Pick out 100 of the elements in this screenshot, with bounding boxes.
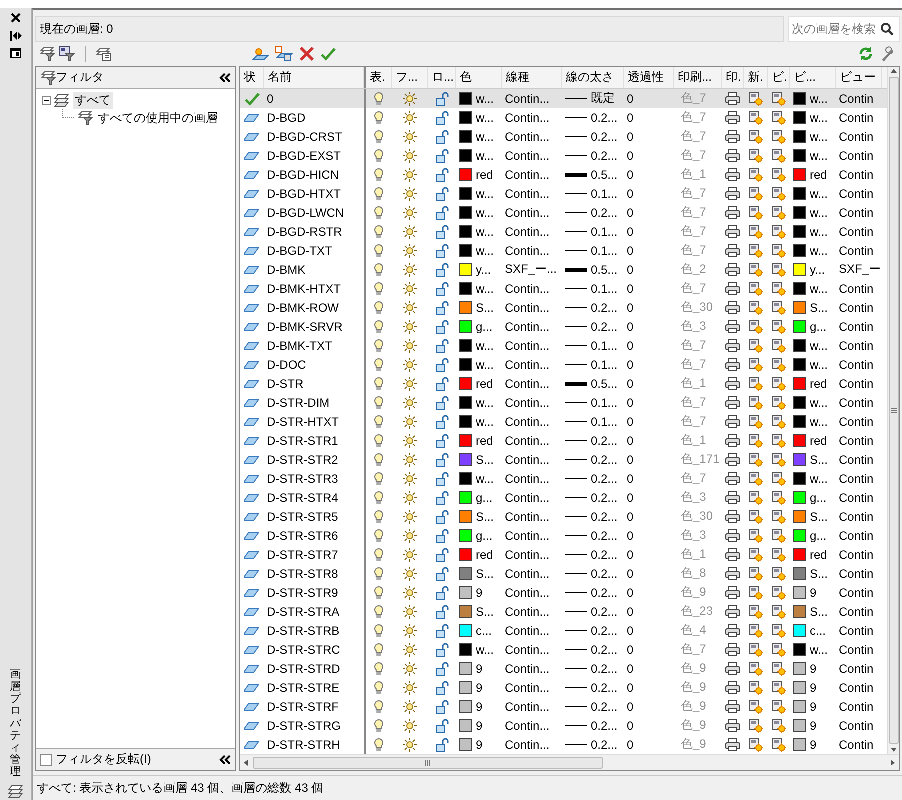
- padlock-icon[interactable]: [436, 110, 448, 124]
- column-header[interactable]: 印.: [722, 67, 744, 88]
- checkbox[interactable]: [40, 754, 52, 766]
- layer-sun-icon[interactable]: [772, 452, 786, 466]
- color-swatch[interactable]: [793, 282, 806, 295]
- color-swatch[interactable]: [793, 92, 806, 105]
- lightbulb-icon[interactable]: [373, 92, 385, 106]
- color-swatch[interactable]: [793, 643, 806, 656]
- color-swatch[interactable]: [459, 586, 472, 599]
- sun-icon[interactable]: [403, 472, 417, 486]
- color-swatch[interactable]: [459, 567, 472, 580]
- printer-icon[interactable]: [725, 624, 741, 638]
- padlock-icon[interactable]: [436, 624, 448, 638]
- color-swatch[interactable]: [793, 510, 806, 523]
- sun-icon[interactable]: [403, 300, 417, 314]
- layer-sun-icon[interactable]: [772, 300, 786, 314]
- color-swatch[interactable]: [459, 282, 472, 295]
- color-swatch[interactable]: [793, 415, 806, 428]
- layer-sun-icon[interactable]: [772, 320, 786, 334]
- padlock-icon[interactable]: [436, 510, 448, 524]
- sun-icon[interactable]: [403, 642, 417, 656]
- color-swatch[interactable]: [459, 396, 472, 409]
- sun-icon[interactable]: [403, 528, 417, 542]
- layer-sun-icon[interactable]: [772, 472, 786, 486]
- printer-icon[interactable]: [725, 642, 741, 656]
- padlock-icon[interactable]: [436, 130, 448, 144]
- layer-row[interactable]: D-BGD-HTXT w... Contin... 0.1... 0 色_7 w... Contin: [240, 184, 887, 203]
- lightbulb-icon[interactable]: [373, 262, 385, 276]
- layer-sun-icon[interactable]: [772, 528, 786, 542]
- layer-sun-icon[interactable]: [772, 206, 786, 220]
- sun-icon[interactable]: [403, 586, 417, 600]
- layer-sun-icon[interactable]: [749, 528, 763, 542]
- new-filter-button[interactable]: [39, 46, 55, 62]
- color-swatch[interactable]: [793, 605, 806, 618]
- padlock-icon[interactable]: [436, 262, 448, 276]
- layer-sun-icon[interactable]: [749, 244, 763, 258]
- printer-icon[interactable]: [725, 472, 741, 486]
- padlock-icon[interactable]: [436, 186, 448, 200]
- layer-sun-icon[interactable]: [772, 718, 786, 732]
- lightbulb-icon[interactable]: [373, 548, 385, 562]
- printer-icon[interactable]: [725, 224, 741, 238]
- layer-sun-icon[interactable]: [772, 186, 786, 200]
- lightbulb-icon[interactable]: [373, 434, 385, 448]
- sun-icon[interactable]: [403, 244, 417, 258]
- color-swatch[interactable]: [459, 225, 472, 238]
- lightbulb-icon[interactable]: [373, 586, 385, 600]
- printer-icon[interactable]: [725, 168, 741, 182]
- color-swatch[interactable]: [793, 700, 806, 713]
- layer-row[interactable]: D-STR-STR8 S... Contin... 0.2... 0 色_8 S... Contin: [240, 564, 887, 583]
- new-layer-button[interactable]: [252, 48, 269, 60]
- printer-icon[interactable]: [725, 206, 741, 220]
- printer-icon[interactable]: [725, 718, 741, 732]
- delete-button[interactable]: [299, 46, 315, 62]
- color-swatch[interactable]: [793, 301, 806, 314]
- printer-icon[interactable]: [725, 92, 741, 106]
- color-swatch[interactable]: [793, 681, 806, 694]
- layer-sun-icon[interactable]: [772, 414, 786, 428]
- lightbulb-icon[interactable]: [373, 738, 385, 752]
- printer-icon[interactable]: [725, 244, 741, 258]
- collapse-button[interactable]: [219, 754, 231, 764]
- printer-icon[interactable]: [725, 738, 741, 752]
- layer-sun-icon[interactable]: [772, 376, 786, 390]
- layer-row[interactable]: D-STR-STR7 red Contin... 0.2... 0 色_1 red Contin: [240, 545, 887, 564]
- color-swatch[interactable]: [459, 111, 472, 124]
- padlock-icon[interactable]: [436, 642, 448, 656]
- column-header[interactable]: 名前: [264, 67, 364, 88]
- new-vp-layer-button[interactable]: [275, 46, 293, 62]
- color-swatch[interactable]: [459, 605, 472, 618]
- column-header[interactable]: 透過性: [624, 67, 674, 88]
- lightbulb-icon[interactable]: [373, 510, 385, 524]
- padlock-icon[interactable]: [436, 472, 448, 486]
- layer-sun-icon[interactable]: [749, 738, 763, 752]
- layer-sun-icon[interactable]: [749, 262, 763, 276]
- sun-icon[interactable]: [403, 262, 417, 276]
- color-swatch[interactable]: [459, 206, 472, 219]
- color-swatch[interactable]: [793, 130, 806, 143]
- layer-sun-icon[interactable]: [749, 110, 763, 124]
- layer-sun-icon[interactable]: [772, 662, 786, 676]
- layer-sun-icon[interactable]: [772, 148, 786, 162]
- sun-icon[interactable]: [403, 168, 417, 182]
- column-header[interactable]: 色: [456, 67, 502, 88]
- tree-item[interactable]: すべての使用中の画層: [96, 110, 220, 126]
- color-swatch[interactable]: [793, 358, 806, 371]
- printer-icon[interactable]: [725, 186, 741, 200]
- printer-icon[interactable]: [725, 376, 741, 390]
- printer-icon[interactable]: [725, 662, 741, 676]
- layer-sun-icon[interactable]: [772, 110, 786, 124]
- padlock-icon[interactable]: [436, 396, 448, 410]
- padlock-icon[interactable]: [436, 358, 448, 372]
- layer-sun-icon[interactable]: [772, 642, 786, 656]
- sun-icon[interactable]: [403, 320, 417, 334]
- padlock-icon[interactable]: [436, 148, 448, 162]
- vertical-scrollbar[interactable]: [887, 67, 899, 754]
- column-header[interactable]: ビュー: [836, 67, 882, 88]
- layer-sun-icon[interactable]: [749, 490, 763, 504]
- column-header[interactable]: ビ.: [768, 67, 790, 88]
- lightbulb-icon[interactable]: [373, 110, 385, 124]
- layer-sun-icon[interactable]: [749, 604, 763, 618]
- color-swatch[interactable]: [793, 168, 806, 181]
- printer-icon[interactable]: [725, 586, 741, 600]
